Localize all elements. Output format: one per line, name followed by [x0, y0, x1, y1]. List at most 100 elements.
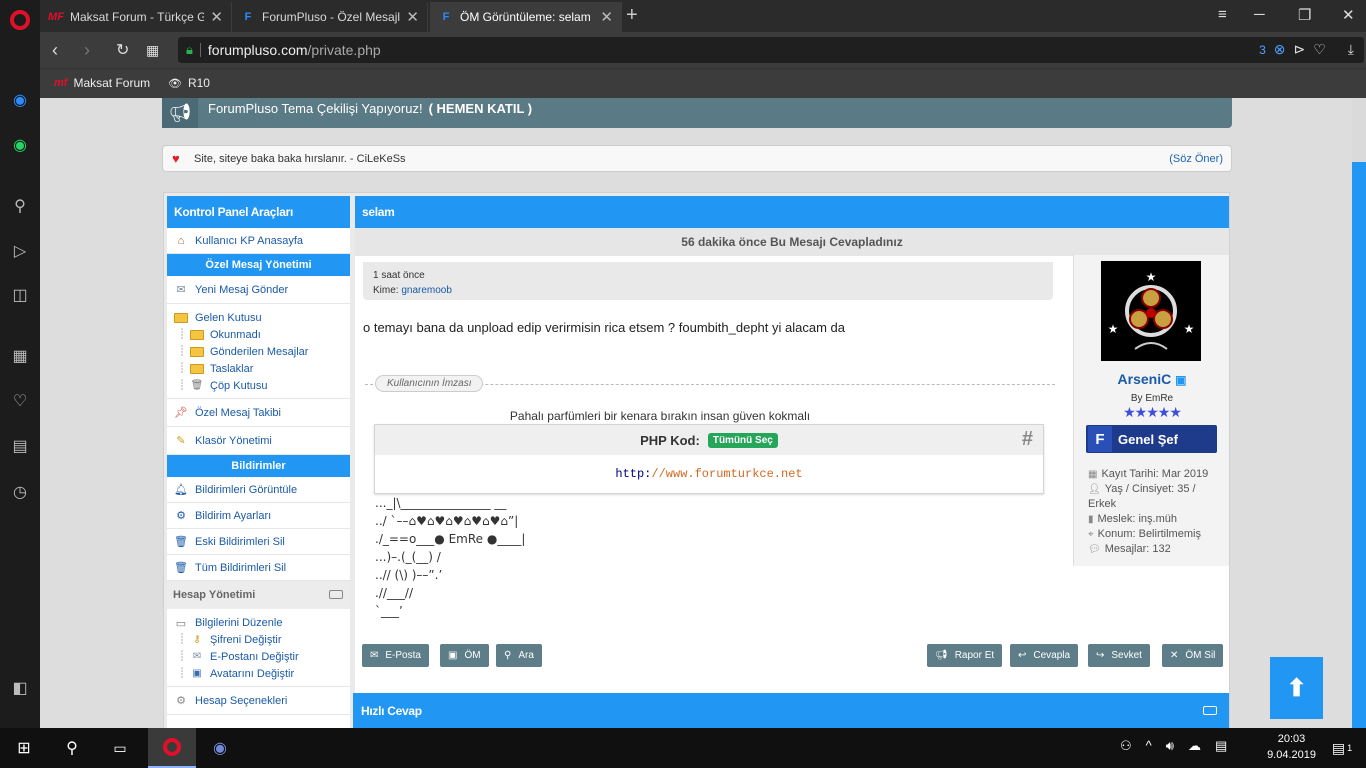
- url-field[interactable]: 🔒︎ forumpluso.com/private.php 3 ⊗ ⊳ ♡ ⤓: [178, 37, 1364, 63]
- new-message-link[interactable]: ✉ Yeni Mesaj Gönder: [167, 276, 350, 304]
- change-email-link[interactable]: ┊ ✉ E-Postanı Değiştir: [167, 648, 350, 665]
- collapse-icon[interactable]: [1203, 706, 1217, 715]
- cogs-icon: ⚙: [176, 510, 186, 522]
- house-icon: ⌂: [177, 234, 185, 247]
- bookmark-r10[interactable]: 👁︎ R10: [168, 76, 210, 90]
- reload-icon[interactable]: ↻: [116, 40, 129, 60]
- send-icon[interactable]: ▷: [8, 239, 32, 263]
- folder-label: Okunmadı: [210, 328, 261, 341]
- tab-maksat-forum[interactable]: MF Maksat Forum - Türkçe Ge ✕: [40, 2, 232, 32]
- select-all-button[interactable]: Tümünü Seç: [707, 432, 778, 448]
- account-section-header[interactable]: Hesap Yönetimi: [167, 581, 350, 609]
- notification-count: 1: [1347, 743, 1353, 753]
- inbox-link[interactable]: Gelen Kutusu: [167, 310, 350, 326]
- heart-icon[interactable]: ♡: [8, 389, 32, 413]
- folder-sent[interactable]: ┊ Gönderilen Mesajlar: [167, 343, 350, 360]
- windows-start-icon[interactable]: ⊞: [4, 728, 44, 768]
- calendar-icon: ▦: [1088, 469, 1098, 480]
- avatar[interactable]: ★ ★ ★: [1101, 261, 1201, 361]
- close-tab-icon[interactable]: ✕: [600, 8, 613, 26]
- edit-details-link[interactable]: ▭ Bilgilerini Düzenle: [167, 615, 350, 631]
- bookmark-maksat-forum[interactable]: mf Maksat Forum: [54, 76, 150, 90]
- speed-dial-icon[interactable]: ▦: [8, 344, 32, 368]
- delete-pm-button[interactable]: ✕ ÖM Sil: [1162, 644, 1224, 667]
- suggest-quote-link[interactable]: (Söz Öner): [1169, 153, 1223, 165]
- search-button[interactable]: ⚲ Ara: [496, 644, 542, 667]
- history-icon[interactable]: ◷: [8, 480, 32, 504]
- close-tab-icon[interactable]: ✕: [210, 8, 223, 26]
- windows-taskbar: ⊞ ⚲ ▭ ◉ ⚇ ^ 🔊︎ ☁ ▤ 20:03 9.04.2019 ▤ 1: [0, 728, 1366, 768]
- discord-taskbar-icon[interactable]: ◉: [198, 728, 242, 768]
- task-view-icon[interactable]: ▭: [100, 728, 140, 768]
- messenger-icon[interactable]: ◉: [8, 88, 32, 112]
- close-window-icon[interactable]: ✕: [1342, 6, 1355, 24]
- whatsapp-icon[interactable]: ◉: [8, 133, 32, 157]
- download-icon[interactable]: ⤓: [1348, 41, 1354, 58]
- change-password-link[interactable]: ┊ ⚷ Şifreni Değiştir: [167, 631, 350, 648]
- close-tab-icon[interactable]: ✕: [406, 8, 419, 26]
- cp-home-link[interactable]: ⌂ Kullanıcı KP Anasayfa: [167, 228, 350, 254]
- share-icon[interactable]: ⊳: [1294, 41, 1306, 58]
- tab-forumpluso-pm[interactable]: F ForumPluso - Özel Mesajla ✕: [232, 2, 428, 32]
- quick-reply-header[interactable]: Hızlı Cevap: [353, 693, 1229, 728]
- tabs-grid-icon[interactable]: ▦: [146, 42, 159, 59]
- folder-drafts[interactable]: ┊ Taslaklar: [167, 360, 350, 377]
- new-tab-icon[interactable]: +: [626, 4, 638, 27]
- delete-all-notifications-link[interactable]: 🗑︎ Tüm Bildirimleri Sil: [167, 555, 350, 581]
- change-avatar-link[interactable]: ┊ ▣ Avatarını Değiştir: [167, 665, 350, 682]
- sidebar-toggle-icon[interactable]: ◧: [8, 676, 32, 700]
- view-notifications-link[interactable]: 🔔︎ Bildirimleri Görüntüle: [167, 477, 350, 503]
- folder-unread[interactable]: ┊ Okunmadı: [167, 326, 350, 343]
- forward-button[interactable]: ↪ Sevket: [1088, 644, 1150, 667]
- forumpluso-favicon-icon: F: [244, 11, 252, 23]
- people-icon[interactable]: ⚇: [1120, 738, 1132, 754]
- bookmark-heart-icon[interactable]: ♡: [1313, 41, 1326, 58]
- account-group: ▭ Bilgilerini Düzenle ┊ ⚷ Şifreni Değiştir…: [167, 609, 350, 687]
- restore-icon[interactable]: ❐: [1298, 6, 1311, 24]
- recipient-link[interactable]: gnaremoob: [401, 285, 452, 296]
- notification-settings-link[interactable]: ⚙ Bildirim Ayarları: [167, 503, 350, 529]
- pm-tracking-link[interactable]: 📌︎ Özel Mesaj Takibi: [167, 399, 350, 427]
- back-icon[interactable]: ‹: [52, 40, 58, 61]
- news-icon[interactable]: ▤: [8, 434, 32, 458]
- account-options-link[interactable]: ⚙ Hesap Seçenekleri: [167, 687, 350, 715]
- forward-icon[interactable]: ›: [84, 40, 90, 61]
- username-link[interactable]: ArseniC ▣: [1074, 371, 1230, 387]
- lock-icon: 🔒︎: [186, 42, 193, 57]
- report-button[interactable]: 📢︎ Rapor Et: [927, 644, 1003, 667]
- code-hash-icon[interactable]: #: [1022, 428, 1033, 451]
- scroll-to-top-button[interactable]: ⬆: [1270, 657, 1323, 719]
- reply-button[interactable]: ↩ Cevapla: [1010, 644, 1079, 667]
- ad-block-icon[interactable]: ⊗: [1274, 41, 1286, 58]
- ad-block-count[interactable]: 3: [1259, 43, 1266, 57]
- opera-logo-icon[interactable]: [8, 8, 32, 32]
- pm-button[interactable]: ▣ ÖM: [440, 644, 489, 667]
- chevron-up-icon[interactable]: ^: [1146, 738, 1152, 754]
- delete-old-notifications-link[interactable]: 🗑︎ Eski Bildirimleri Sil: [167, 529, 350, 555]
- announcement-link[interactable]: ( HEMEN KATIL ): [429, 101, 533, 116]
- tab-title: ÖM Görüntüleme: selam: [460, 10, 591, 24]
- rank-stars: ★★★★★: [1123, 404, 1182, 420]
- minimize-icon[interactable]: ─: [1254, 6, 1265, 23]
- volume-icon[interactable]: 🔊︎: [1166, 738, 1174, 754]
- php-code-box: PHP Kod: Tümünü Seç # http://www.forumtu…: [374, 424, 1044, 494]
- envelope-icon: ✉: [176, 284, 186, 296]
- pin-icon: 📌︎: [174, 407, 188, 419]
- opera-taskbar-icon[interactable]: [148, 728, 196, 768]
- email-button[interactable]: ✉ E-Posta: [362, 644, 429, 667]
- folder-management-link[interactable]: ✎ Klasör Yönetimi: [167, 427, 350, 455]
- search-icon[interactable]: ⚲: [52, 728, 92, 768]
- announcement-bar[interactable]: 📢︎ ForumPluso Tema Çekilişi Yapıyoruz! ( …: [162, 98, 1232, 128]
- search-icon[interactable]: ⚲: [8, 194, 32, 218]
- scrollbar-thumb[interactable]: [1352, 162, 1366, 728]
- network-icon[interactable]: ▤: [1215, 738, 1227, 754]
- folder-trash[interactable]: ┊ 🗑︎ Çöp Kutusu: [167, 377, 350, 394]
- tab-menu-icon[interactable]: ≡: [1218, 6, 1227, 23]
- camera-icon[interactable]: ◫: [8, 283, 32, 307]
- collapse-icon[interactable]: [329, 590, 343, 599]
- account-child-label: Avatarını Değiştir: [210, 667, 295, 680]
- action-center-icon[interactable]: ▤ 1: [1322, 728, 1362, 768]
- tab-pm-view[interactable]: F ÖM Görüntüleme: selam ✕: [430, 2, 622, 32]
- cloud-icon[interactable]: ☁: [1188, 738, 1201, 754]
- clock[interactable]: 20:03 9.04.2019: [1267, 731, 1316, 763]
